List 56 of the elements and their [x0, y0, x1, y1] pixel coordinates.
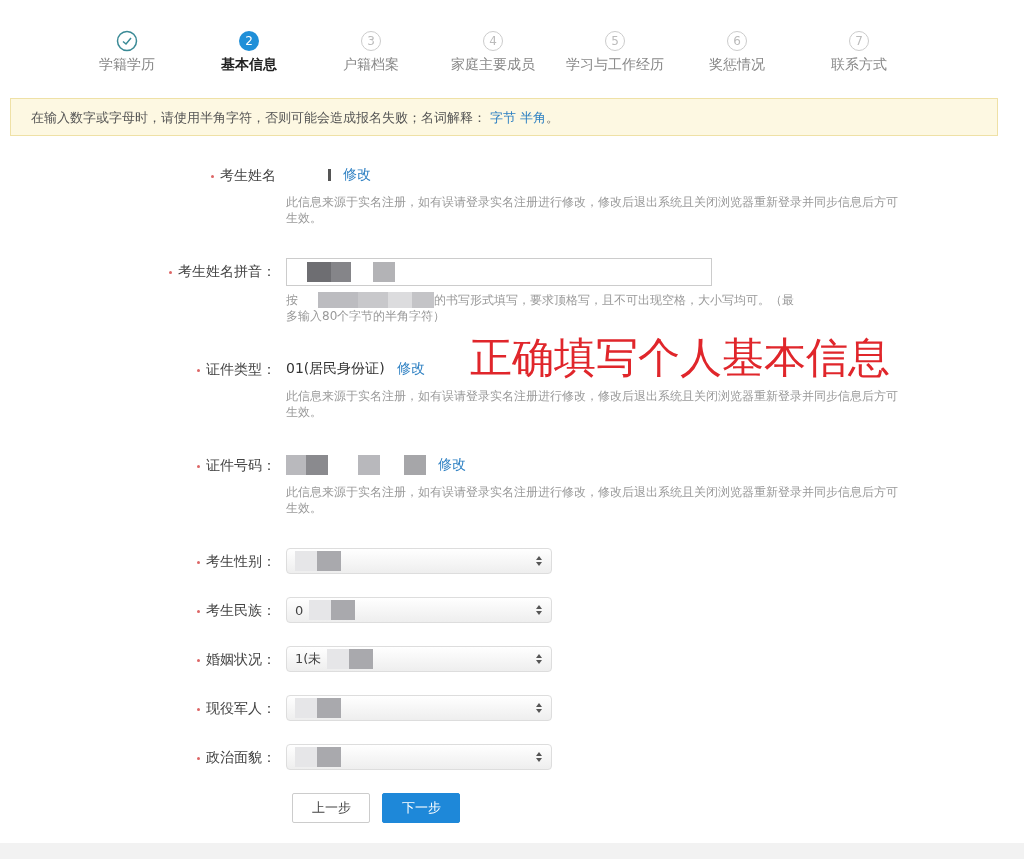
- step-number: 2: [239, 31, 259, 51]
- field-label: 考生姓名拼音：: [178, 263, 276, 279]
- text-input[interactable]: [286, 258, 712, 286]
- step-label[interactable]: 奖惩情况: [709, 56, 765, 74]
- field-label: 证件号码：: [206, 457, 276, 473]
- help-text: 此信息来源于实名注册，如有误请登录实名注册进行修改，修改后退出系统且关闭浏览器重新登录并同步信息后方可生效。: [286, 388, 899, 420]
- annotation-text: 正确填写个人基本信息: [470, 336, 890, 380]
- updown-arrow-icon: [535, 702, 543, 714]
- help-text: 此信息来源于实名注册，如有误请登录实名注册进行修改，修改后退出系统且关闭浏览器重新登录并同步信息后方可生效。: [286, 484, 899, 516]
- notice-link[interactable]: 字节: [490, 110, 516, 125]
- previous-button[interactable]: 上一步: [292, 793, 370, 823]
- select-field[interactable]: [286, 744, 552, 770]
- required-mark: [169, 270, 172, 274]
- field-value: 01(居民身份证): [286, 360, 385, 378]
- select-field[interactable]: 0: [286, 597, 552, 623]
- select-value: 1(未: [295, 650, 322, 668]
- required-mark: [197, 658, 200, 662]
- notice-text: 。: [546, 110, 559, 125]
- updown-arrow-icon: [535, 653, 543, 665]
- required-mark: [197, 756, 200, 760]
- updown-arrow-icon: [535, 604, 543, 616]
- select-field[interactable]: [286, 548, 552, 574]
- field-label: 考生性别：: [206, 553, 276, 569]
- step-label[interactable]: 家庭主要成员: [451, 56, 535, 74]
- required-mark: [197, 464, 200, 468]
- help-text: 的书写形式填写，要求顶格写，且不可出现空格，大小写均可。（最: [434, 292, 794, 308]
- required-mark: [211, 174, 214, 178]
- field-label: 政治面貌：: [206, 749, 276, 765]
- step-label[interactable]: 户籍档案: [343, 56, 399, 74]
- select-field[interactable]: 1(未: [286, 646, 552, 672]
- step-label[interactable]: 基本信息: [221, 56, 277, 74]
- help-text: 多输入80个字节的半角字符）: [286, 308, 446, 324]
- help-text: 此信息来源于实名注册，如有误请登录实名注册进行修改，修改后退出系统且关闭浏览器重新登录并同步信息后方可生效。: [286, 194, 899, 226]
- edit-link[interactable]: 修改: [438, 456, 466, 474]
- step-label[interactable]: 学籍学历: [99, 56, 155, 74]
- edit-link[interactable]: 修改: [396, 360, 425, 378]
- select-field[interactable]: [286, 695, 552, 721]
- edit-link[interactable]: 修改: [343, 166, 371, 184]
- notice-text: 在输入数字或字母时，请使用半角字符，否则可能会造成报名失败；名词解释：: [31, 110, 486, 125]
- field-label: 考生民族：: [206, 602, 276, 618]
- required-mark: [197, 368, 200, 372]
- next-button[interactable]: 下一步: [382, 793, 460, 823]
- step-label[interactable]: 联系方式: [831, 56, 887, 74]
- step-label[interactable]: 学习与工作经历: [566, 56, 664, 74]
- field-label: 现役军人：: [206, 700, 276, 716]
- field-label: 婚姻状况：: [206, 651, 276, 667]
- help-text: 按: [286, 292, 298, 308]
- required-mark: [197, 609, 200, 613]
- required-mark: [197, 707, 200, 711]
- field-label: 证件类型：: [206, 361, 276, 377]
- updown-arrow-icon: [535, 751, 543, 763]
- notice-link[interactable]: 半角: [520, 110, 546, 125]
- required-mark: [197, 560, 200, 564]
- field-label: 考生姓名: [220, 167, 276, 183]
- updown-arrow-icon: [535, 555, 543, 567]
- select-value: 0: [295, 602, 304, 618]
